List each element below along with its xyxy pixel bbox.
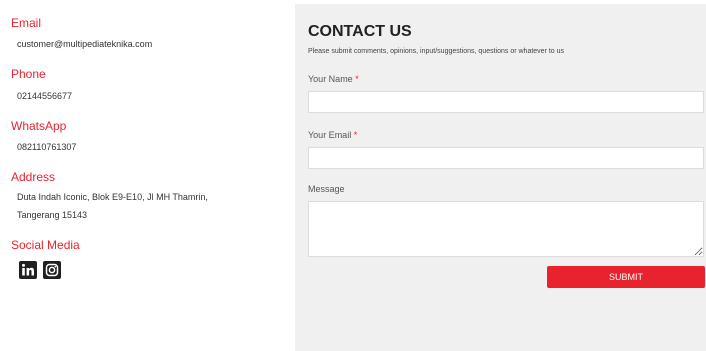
- email-input[interactable]: [308, 147, 704, 169]
- whatsapp-label: WhatsApp: [11, 119, 67, 133]
- contact-info-column: Email customer@multipediateknika.com Pho…: [0, 0, 290, 351]
- email-label-text: Your Email: [308, 130, 352, 140]
- email-field-label: Your Email *: [308, 130, 357, 140]
- social-icons: [19, 261, 61, 279]
- form-title: CONTACT US: [308, 23, 412, 40]
- required-mark: *: [353, 130, 358, 140]
- address-line-2: Tangerang 15143: [17, 210, 88, 220]
- address-label: Address: [11, 170, 56, 184]
- instagram-icon[interactable]: [43, 261, 61, 279]
- name-label-text: Your Name: [308, 74, 353, 84]
- social-media-label: Social Media: [11, 238, 80, 252]
- message-textarea[interactable]: [308, 201, 704, 257]
- email-label: Email: [11, 16, 42, 30]
- form-subtitle: Please submit comments, opinions, input/…: [308, 48, 565, 55]
- linkedin-icon[interactable]: [19, 261, 37, 279]
- address-line-1: Duta Indah Iconic, Blok E9-E10, Jl MH Th…: [17, 192, 208, 202]
- phone-label: Phone: [11, 67, 46, 81]
- name-input[interactable]: [308, 91, 704, 113]
- contact-form-panel: CONTACT US Please submit comments, opini…: [295, 4, 706, 351]
- required-mark: *: [355, 74, 359, 84]
- submit-button[interactable]: SUBMIT: [547, 266, 705, 288]
- whatsapp-value: 082110761307: [17, 142, 77, 152]
- phone-value: 02144556677: [17, 91, 73, 101]
- email-value: customer@multipediateknika.com: [17, 39, 153, 49]
- message-field-label: Message: [308, 184, 345, 194]
- name-field-label: Your Name *: [308, 74, 359, 84]
